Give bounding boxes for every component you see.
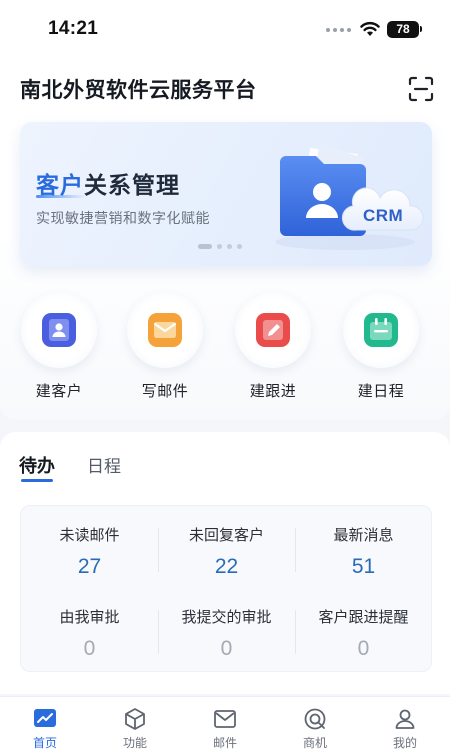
todo-card: 待办 日程 未读邮件 27 未回复客户 22 最新消息 51 由我审批 0 我提… [0, 432, 450, 694]
bottom-nav: 首页 功能 邮件 商机 我的 [0, 696, 450, 750]
cube-icon [125, 708, 145, 730]
page-title: 南北外贸软件云服务平台 [20, 79, 257, 102]
stat-value: 0 [220, 637, 233, 660]
status-bar: 14:21 78 [0, 0, 450, 56]
nav-item-mail[interactable]: 邮件 [195, 707, 255, 750]
stat-value: 27 [77, 555, 102, 578]
carousel-dot[interactable] [237, 244, 242, 249]
banner-subtitle: 实现敏捷营销和数字化赋能 [36, 210, 210, 226]
carousel-dot[interactable] [227, 244, 232, 249]
nav-label: 邮件 [212, 736, 237, 750]
quick-action-label: 写邮件 [141, 383, 189, 400]
banner-title-rest: 关系管理 [84, 172, 180, 198]
nav-label: 商机 [302, 736, 327, 750]
battery-indicator: 78 [387, 21, 419, 38]
quick-action-label: 建客户 [35, 383, 83, 400]
nav-item-profile[interactable]: 我的 [375, 707, 435, 750]
stat-latest-messages[interactable]: 最新消息 51 [295, 524, 432, 579]
nav-item-features[interactable]: 功能 [105, 707, 165, 750]
promo-banner[interactable]: 客户关系管理 实现敏捷营销和数字化赋能 CRM [20, 122, 432, 266]
quick-action-label: 建日程 [357, 383, 405, 400]
user-card-icon [42, 313, 76, 347]
signal-dots-icon [326, 28, 354, 34]
stat-label: 最新消息 [333, 527, 394, 544]
stat-followup-reminders[interactable]: 客户跟进提醒 0 [295, 606, 432, 661]
wifi-icon [360, 22, 380, 36]
stat-my-approvals[interactable]: 由我审批 0 [21, 606, 158, 661]
stat-value: 0 [357, 637, 370, 660]
carousel-dot[interactable] [198, 244, 212, 249]
status-time: 14:21 [48, 18, 99, 39]
target-icon [304, 708, 326, 730]
stat-unreplied-customers[interactable]: 未回复客户 22 [158, 524, 295, 579]
stat-label: 我提交的审批 [181, 609, 272, 626]
quick-action-write-email[interactable]: 写邮件 [120, 292, 210, 402]
stat-label: 由我审批 [59, 609, 120, 626]
edit-icon [256, 313, 290, 347]
stat-submitted-approvals[interactable]: 我提交的审批 0 [158, 606, 295, 661]
nav-label: 我的 [392, 736, 417, 750]
nav-label: 功能 [122, 736, 147, 750]
banner-title-underline [36, 195, 86, 198]
nav-item-opportunities[interactable]: 商机 [285, 707, 345, 750]
crm-folder-illustration [275, 144, 424, 250]
quick-actions: 建客户 写邮件 建跟进 建日程 [0, 292, 450, 402]
quick-action-new-schedule[interactable]: 建日程 [336, 292, 426, 402]
quick-action-label: 建跟进 [249, 383, 297, 400]
nav-item-home[interactable]: 首页 [15, 707, 75, 750]
chart-icon [34, 709, 56, 727]
person-icon [395, 709, 415, 729]
battery-tip [420, 26, 422, 32]
carousel-indicator[interactable] [198, 244, 242, 249]
stat-value: 0 [83, 637, 96, 660]
stat-label: 未读邮件 [59, 527, 120, 544]
banner-badge: CRM [363, 206, 404, 225]
stat-value: 51 [351, 555, 376, 578]
tab-schedule[interactable]: 日程 [87, 452, 121, 477]
stat-label: 客户跟进提醒 [318, 609, 409, 626]
quick-action-new-followup[interactable]: 建跟进 [228, 292, 318, 402]
stat-label: 未回复客户 [188, 527, 264, 544]
todo-stats-grid: 未读邮件 27 未回复客户 22 最新消息 51 由我审批 0 我提交的审批 0… [20, 505, 432, 672]
calendar-icon [364, 313, 398, 347]
mail-icon [214, 710, 236, 728]
tab-todo[interactable]: 待办 [19, 452, 55, 478]
quick-action-new-customer[interactable]: 建客户 [14, 292, 104, 402]
stat-value: 22 [214, 555, 239, 578]
carousel-dot[interactable] [217, 244, 222, 249]
stat-unread-emails[interactable]: 未读邮件 27 [21, 524, 158, 579]
nav-label: 首页 [32, 736, 57, 750]
scan-icon[interactable] [408, 76, 434, 102]
tab-active-indicator [21, 479, 53, 482]
mail-icon [148, 313, 182, 347]
